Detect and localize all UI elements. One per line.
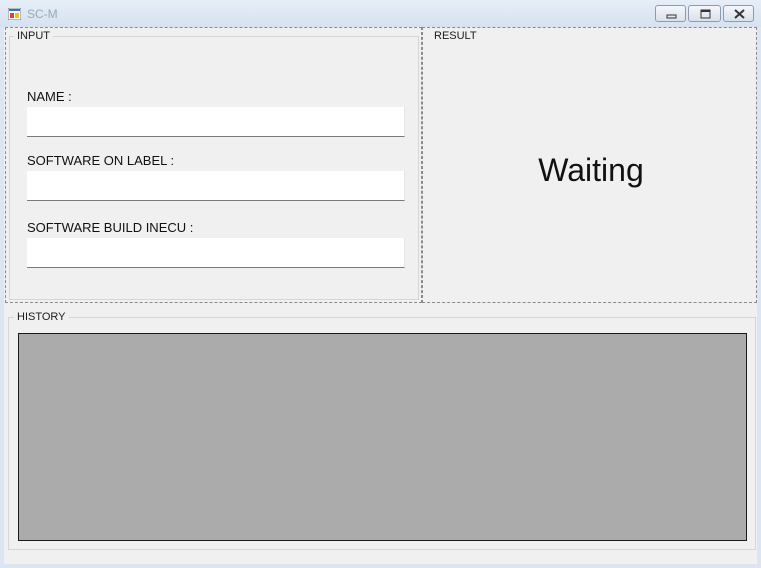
minimize-button[interactable] xyxy=(655,5,686,22)
close-icon xyxy=(734,9,745,19)
maximize-button[interactable] xyxy=(688,5,721,22)
title-bar: SC-M xyxy=(0,0,761,27)
app-window-icon xyxy=(8,8,21,20)
software-build-inecu-input[interactable] xyxy=(27,238,405,268)
history-list[interactable] xyxy=(18,333,747,541)
minimize-icon xyxy=(666,14,677,19)
input-group-legend: INPUT xyxy=(14,30,53,43)
history-group-legend: HISTORY xyxy=(14,311,69,324)
result-status-text: Waiting xyxy=(538,152,644,188)
window-title: SC-M xyxy=(27,7,58,21)
name-label: NAME : xyxy=(27,89,72,104)
name-input[interactable] xyxy=(27,107,405,137)
maximize-icon xyxy=(700,9,711,19)
software-on-label-label: SOFTWARE ON LABEL : xyxy=(27,153,175,168)
close-button[interactable] xyxy=(723,5,754,22)
software-build-inecu-label: SOFTWARE BUILD INECU : xyxy=(27,220,194,235)
result-group-legend: RESULT xyxy=(431,30,480,43)
software-on-label-input[interactable] xyxy=(27,171,405,201)
